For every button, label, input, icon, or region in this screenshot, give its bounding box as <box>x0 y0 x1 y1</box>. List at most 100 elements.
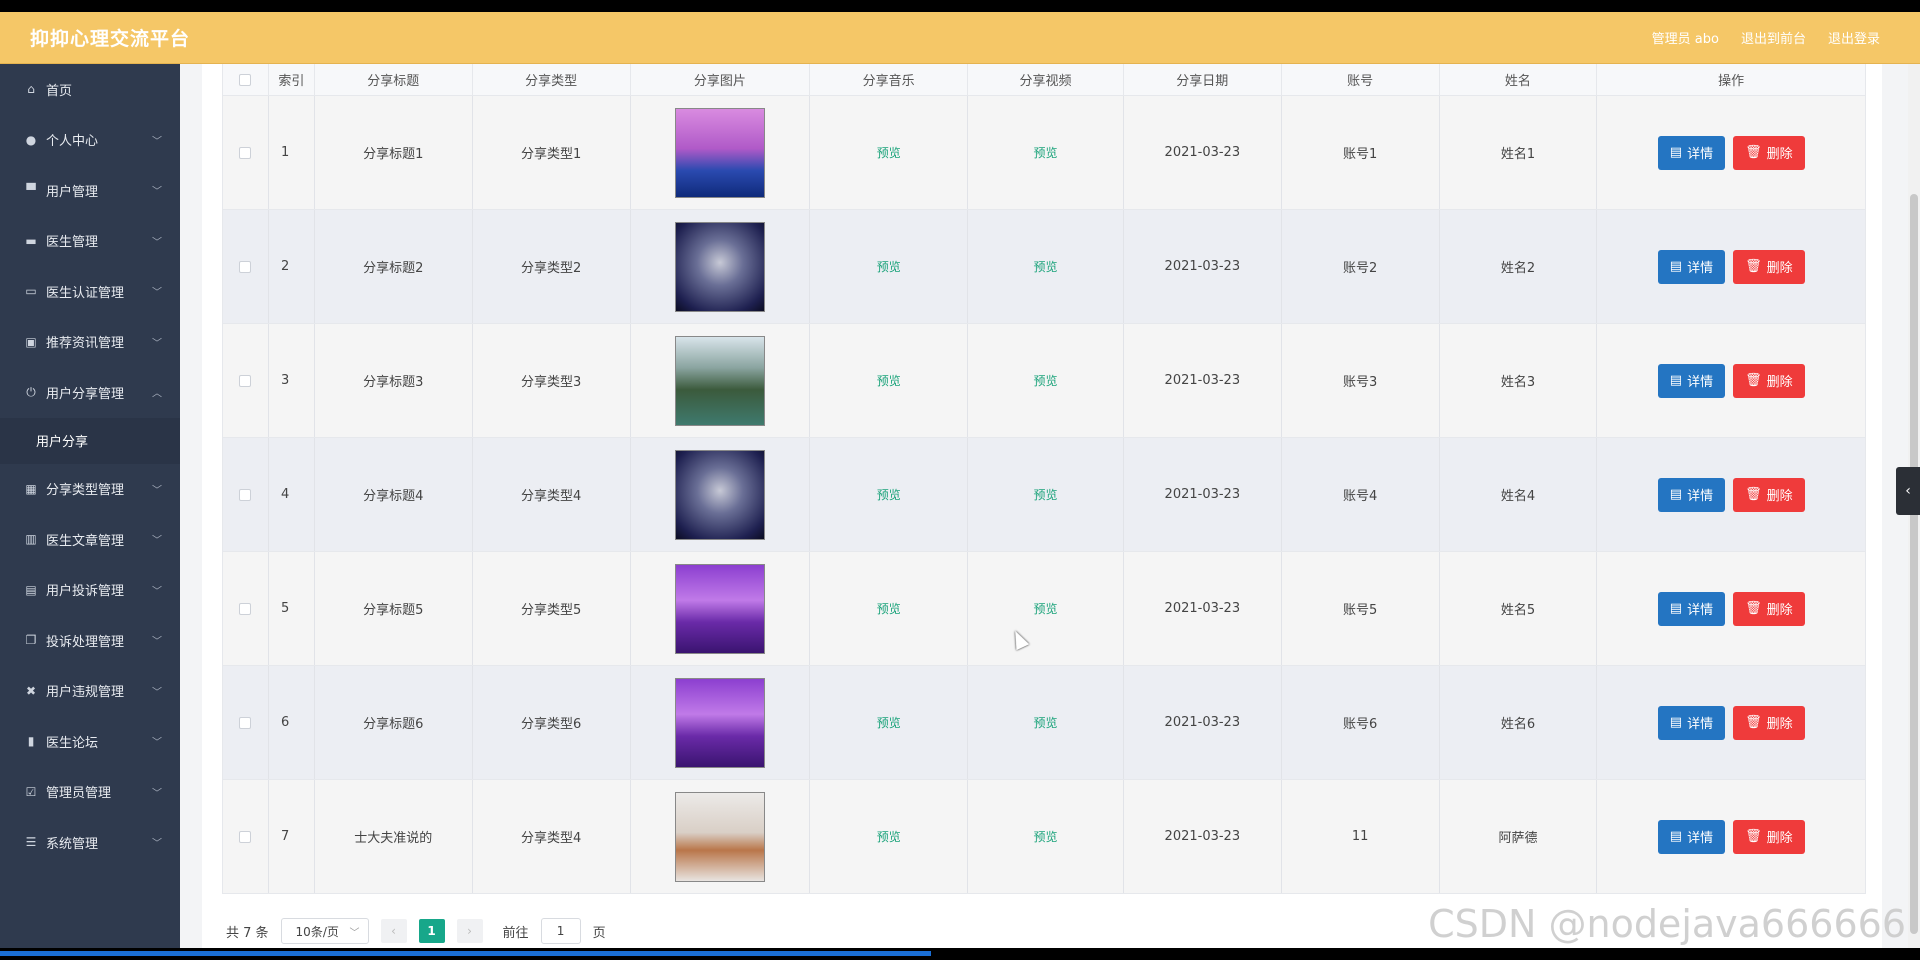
delete-button[interactable]: 🗑 删除 <box>1733 819 1805 854</box>
video-preview-link[interactable]: 预览 <box>1034 258 1058 275</box>
sidebar-subitem-user-share[interactable]: 用户分享 <box>0 417 180 464</box>
music-preview-link[interactable]: 预览 <box>877 372 901 389</box>
collapse-panel-toggle[interactable]: ‹ <box>1896 467 1920 515</box>
chevron-down-icon: ﹀ <box>152 287 162 299</box>
delete-button[interactable]: 🗑 删除 <box>1733 591 1805 626</box>
share-image[interactable] <box>674 677 765 768</box>
sidebar-item-complaint-handling[interactable]: ❐ 投诉处理管理 ﹀ <box>0 615 180 666</box>
row-select-cell <box>223 324 269 437</box>
delete-label: 删除 <box>1766 717 1793 732</box>
detail-button[interactable]: ▤ 详情 <box>1657 591 1726 626</box>
delete-button[interactable]: 🗑 删除 <box>1733 249 1805 284</box>
select-all-cell <box>223 64 269 95</box>
row-type: 分享类型4 <box>473 780 631 893</box>
sidebar-item-label: 医生管理 <box>46 235 99 251</box>
monitor-icon: ▬ <box>25 233 37 248</box>
goto-page-input[interactable]: 1 <box>540 918 581 944</box>
users-icon: ▀ <box>26 183 36 198</box>
delete-button[interactable]: 🗑 删除 <box>1733 477 1805 512</box>
next-page-button[interactable]: › <box>456 919 483 943</box>
row-title: 士大夫准说的 <box>315 780 473 893</box>
delete-label: 删除 <box>1766 261 1793 276</box>
sidebar-item-admins[interactable]: ☑ 管理员管理 ﹀ <box>0 767 180 818</box>
row-index: 3 <box>269 324 315 437</box>
sidebar-item-system[interactable]: ☰ 系统管理 ﹀ <box>0 817 180 868</box>
music-preview-link[interactable]: 预览 <box>877 258 901 275</box>
share-image[interactable] <box>674 563 765 654</box>
row-checkbox[interactable] <box>239 488 252 501</box>
sidebar-item-forum[interactable]: ▮ 医生论坛 ﹀ <box>0 716 180 767</box>
row-checkbox[interactable] <box>239 374 252 387</box>
music-preview-link[interactable]: 预览 <box>877 144 901 161</box>
sidebar-item-doctors[interactable]: ▬ 医生管理 ﹀ <box>0 216 180 267</box>
sliders-icon: ☰ <box>25 835 37 850</box>
check-icon: ☑ <box>25 784 37 799</box>
video-preview-link[interactable]: 预览 <box>1034 714 1058 731</box>
detail-button[interactable]: ▤ 详情 <box>1657 477 1726 512</box>
sidebar-item-user-share[interactable]: ⏻ 用户分享管理 ︿ <box>0 367 180 418</box>
video-progress-fill <box>0 951 932 956</box>
sidebar-item-share-type[interactable]: ▦ 分享类型管理 ﹀ <box>0 464 180 515</box>
row-checkbox[interactable] <box>239 602 252 615</box>
share-image[interactable] <box>674 107 765 198</box>
music-preview-link[interactable]: 预览 <box>877 714 901 731</box>
delete-label: 删除 <box>1766 489 1793 504</box>
trash-icon: 🗑 <box>1745 259 1762 274</box>
user-icon: ● <box>25 132 37 147</box>
sidebar-item-users[interactable]: ▀ 用户管理 ﹀ <box>0 165 180 216</box>
delete-button[interactable]: 🗑 删除 <box>1733 705 1805 740</box>
delete-button[interactable]: 🗑 删除 <box>1733 363 1805 398</box>
share-image[interactable] <box>674 449 765 540</box>
detail-button[interactable]: ▤ 详情 <box>1657 363 1726 398</box>
scrollbar-thumb[interactable] <box>1910 194 1918 934</box>
sidebar-item-violations[interactable]: ✖ 用户违规管理 ﹀ <box>0 666 180 717</box>
logout-link[interactable]: 退出登录 <box>1828 28 1880 47</box>
share-image[interactable] <box>674 221 765 312</box>
row-title: 分享标题1 <box>315 96 473 209</box>
detail-button[interactable]: ▤ 详情 <box>1657 705 1726 740</box>
video-preview-link[interactable]: 预览 <box>1034 600 1058 617</box>
video-preview-link[interactable]: 预览 <box>1034 486 1058 503</box>
sidebar-item-complaints[interactable]: ▤ 用户投诉管理 ﹀ <box>0 565 180 616</box>
page-number-current[interactable]: 1 <box>418 919 445 943</box>
sidebar-item-label: 管理员管理 <box>46 786 112 802</box>
detail-button[interactable]: ▤ 详情 <box>1657 249 1726 284</box>
back-to-front-link[interactable]: 退出到前台 <box>1741 28 1806 47</box>
trash-icon: 🗑 <box>1745 715 1762 730</box>
sidebar-item-doctor-auth[interactable]: ▭ 医生认证管理 ﹀ <box>0 266 180 317</box>
trash-icon: 🗑 <box>1745 601 1762 616</box>
video-preview-link[interactable]: 预览 <box>1034 372 1058 389</box>
music-preview-link[interactable]: 预览 <box>877 600 901 617</box>
sidebar-item-home[interactable]: ⌂ 首页 <box>0 64 180 115</box>
video-progress-track[interactable] <box>0 948 1920 960</box>
detail-label: 详情 <box>1687 831 1714 846</box>
row-account: 账号4 <box>1282 438 1440 551</box>
top-header: 抑抑心理交流平台 管理员 abo 退出到前台 退出登录 <box>0 12 1920 64</box>
share-image[interactable] <box>674 335 765 426</box>
row-date: 2021-03-23 <box>1124 324 1282 437</box>
row-checkbox[interactable] <box>239 830 252 843</box>
detail-button[interactable]: ▤ 详情 <box>1657 135 1726 170</box>
sidebar-item-label: 用户管理 <box>46 184 99 200</box>
prev-page-button[interactable]: ‹ <box>380 919 407 943</box>
share-image[interactable] <box>674 791 765 882</box>
row-title: 分享标题5 <box>315 552 473 665</box>
row-checkbox[interactable] <box>239 146 252 159</box>
video-preview-link[interactable]: 预览 <box>1034 144 1058 161</box>
row-video-cell: 预览 <box>968 552 1124 665</box>
video-preview-link[interactable]: 预览 <box>1034 828 1058 845</box>
row-checkbox[interactable] <box>239 716 252 729</box>
page-size-select[interactable]: 10条/页 ﹀ <box>280 918 369 944</box>
select-all-checkbox[interactable] <box>239 73 252 86</box>
music-preview-link[interactable]: 预览 <box>877 828 901 845</box>
row-video-cell: 预览 <box>968 210 1124 323</box>
delete-button[interactable]: 🗑 删除 <box>1733 135 1805 170</box>
sidebar-item-articles[interactable]: ▥ 医生文章管理 ﹀ <box>0 514 180 565</box>
detail-label: 详情 <box>1687 261 1714 276</box>
sidebar-item-profile[interactable]: ● 个人中心 ﹀ <box>0 115 180 166</box>
row-image-cell <box>631 666 811 779</box>
detail-button[interactable]: ▤ 详情 <box>1657 819 1726 854</box>
music-preview-link[interactable]: 预览 <box>877 486 901 503</box>
row-checkbox[interactable] <box>239 260 252 273</box>
sidebar-item-news[interactable]: ▣ 推荐资讯管理 ﹀ <box>0 317 180 368</box>
